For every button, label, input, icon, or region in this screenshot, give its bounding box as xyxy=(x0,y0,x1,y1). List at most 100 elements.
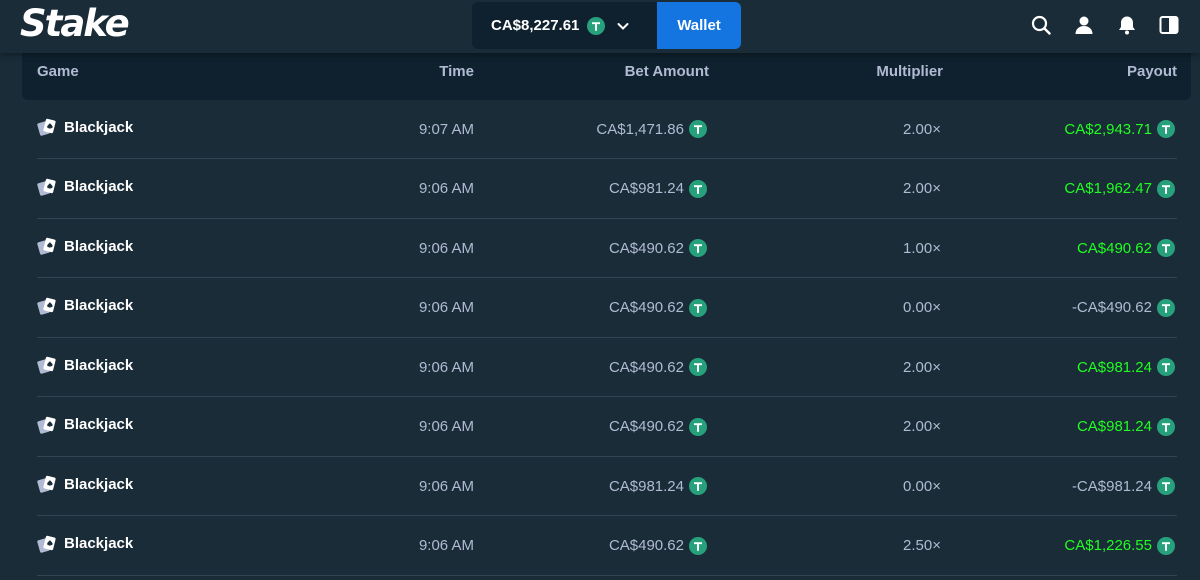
game-cell[interactable]: Blackjack xyxy=(37,354,133,376)
table-row[interactable]: Blackjack 9:06 AM CA$490.62 2.50× CA$1,2… xyxy=(37,517,1177,576)
table-header: Game Time Bet Amount Multiplier Payout xyxy=(22,53,1191,100)
table-row[interactable]: Blackjack 9:06 AM CA$490.62 1.00× CA$490… xyxy=(37,219,1177,278)
table-row[interactable]: Blackjack 9:07 AM CA$1,471.86 2.00× CA$2… xyxy=(37,100,1177,159)
blackjack-cards-icon xyxy=(37,415,57,435)
game-cell[interactable]: Blackjack xyxy=(37,116,133,138)
bet-amount: CA$981.24 xyxy=(608,477,684,495)
bet-amount-cell: CA$490.62 xyxy=(609,356,707,378)
time-cell: 9:06 AM xyxy=(419,237,474,259)
blackjack-cards-icon xyxy=(37,236,57,256)
game-name: Blackjack xyxy=(64,297,134,314)
game-cell[interactable]: Blackjack xyxy=(37,295,133,317)
payout-cell: CA$1,226.55 xyxy=(1064,535,1175,557)
bet-time: 9:06 AM xyxy=(418,477,474,495)
bet-amount: CA$490.62 xyxy=(608,418,684,435)
time-cell: 9:07 AM xyxy=(419,118,474,140)
multiplier-value: 1.00× xyxy=(903,239,941,257)
stake-logo[interactable]: Stake xyxy=(20,2,130,45)
bet-amount: CA$490.62 xyxy=(608,358,684,376)
blackjack-cards-icon xyxy=(37,534,57,554)
payout-cell: CA$2,943.71 xyxy=(1064,118,1175,140)
bet-amount-cell: CA$490.62 xyxy=(609,535,707,557)
game-name: Blackjack xyxy=(64,535,134,552)
tether-coin-icon xyxy=(1157,179,1175,198)
bet-amount: CA$1,471.86 xyxy=(596,120,684,138)
balance-selector[interactable]: CA$8,227.61 xyxy=(472,2,657,49)
table-row[interactable]: Blackjack 9:06 AM CA$490.62 2.00× CA$981… xyxy=(37,338,1177,397)
bet-time: 9:06 AM xyxy=(418,418,474,435)
game-cell[interactable]: Blackjack xyxy=(37,235,133,257)
bell-icon[interactable] xyxy=(1116,14,1138,36)
tether-coin-icon xyxy=(1157,120,1175,138)
column-header-bet-amount[interactable]: Bet Amount xyxy=(625,63,709,80)
tether-coin-icon xyxy=(689,179,707,198)
multiplier-value: 2.00× xyxy=(903,180,941,197)
bet-amount-cell: CA$1,471.86 xyxy=(596,118,707,140)
payout-amount: CA$981.24 xyxy=(1076,358,1152,376)
game-cell[interactable]: Blackjack xyxy=(37,533,133,555)
bet-amount-cell: CA$981.24 xyxy=(609,475,707,497)
wallet-button[interactable]: Wallet xyxy=(657,2,741,49)
user-icon[interactable] xyxy=(1073,14,1095,36)
tether-coin-icon xyxy=(1157,358,1175,376)
sidebar-toggle-icon[interactable] xyxy=(1158,14,1180,36)
tether-coin-icon xyxy=(1157,239,1175,257)
chevron-down-icon xyxy=(616,19,630,33)
tether-coin-icon xyxy=(689,417,707,436)
payout-amount: CA$1,962.47 xyxy=(1064,180,1152,197)
table-row[interactable]: Blackjack 9:06 AM CA$981.24 2.00× CA$1,9… xyxy=(37,160,1177,219)
top-bar: Stake CA$8,227.61 Wallet xyxy=(0,0,1200,53)
bet-time: 9:06 AM xyxy=(418,180,474,197)
payout-amount: -CA$981.24 xyxy=(1071,477,1152,495)
bet-time: 9:06 AM xyxy=(418,299,474,316)
bet-amount: CA$981.24 xyxy=(608,180,684,197)
column-header-game[interactable]: Game xyxy=(37,63,79,80)
time-cell: 9:06 AM xyxy=(419,178,474,200)
multiplier-cell: 0.00× xyxy=(903,475,941,497)
multiplier-value: 0.00× xyxy=(903,299,941,316)
multiplier-cell: 2.00× xyxy=(903,118,941,140)
payout-cell: -CA$490.62 xyxy=(1072,297,1175,319)
payout-amount: CA$2,943.71 xyxy=(1064,120,1152,138)
bet-time: 9:06 AM xyxy=(418,537,474,554)
game-cell[interactable]: Blackjack xyxy=(37,473,133,495)
multiplier-value: 2.00× xyxy=(903,358,941,376)
time-cell: 9:06 AM xyxy=(419,297,474,319)
bet-amount-cell: CA$490.62 xyxy=(609,416,707,438)
game-name: Blackjack xyxy=(64,356,134,374)
column-header-payout[interactable]: Payout xyxy=(1127,63,1177,80)
payout-cell: CA$981.24 xyxy=(1077,416,1175,438)
bet-time: 9:07 AM xyxy=(418,120,474,138)
tether-coin-icon xyxy=(689,298,707,317)
blackjack-cards-icon xyxy=(37,355,57,375)
bet-amount-cell: CA$490.62 xyxy=(609,297,707,319)
multiplier-cell: 2.50× xyxy=(903,535,941,557)
multiplier-value: 2.00× xyxy=(903,418,941,435)
blackjack-cards-icon xyxy=(37,117,57,137)
tether-coin-icon xyxy=(689,477,707,495)
payout-amount: CA$1,226.55 xyxy=(1064,537,1152,554)
blackjack-cards-icon xyxy=(37,296,57,316)
tether-coin-icon xyxy=(1157,417,1175,436)
table-row[interactable]: Blackjack 9:06 AM CA$490.62 2.00× CA$981… xyxy=(37,398,1177,457)
tether-coin-icon xyxy=(689,358,707,376)
bet-time: 9:06 AM xyxy=(418,239,474,257)
bet-amount-cell: CA$981.24 xyxy=(609,178,707,200)
table-row[interactable]: Blackjack 9:06 AM CA$981.24 0.00× -CA$98… xyxy=(37,457,1177,516)
multiplier-cell: 2.00× xyxy=(903,178,941,200)
search-icon[interactable] xyxy=(1030,14,1052,36)
balance-amount: CA$8,227.61 xyxy=(491,17,580,34)
game-cell[interactable]: Blackjack xyxy=(37,414,133,436)
multiplier-cell: 1.00× xyxy=(903,237,941,259)
column-header-multiplier[interactable]: Multiplier xyxy=(876,63,943,80)
bet-amount: CA$490.62 xyxy=(608,537,684,554)
multiplier-value: 2.00× xyxy=(903,120,941,138)
bet-time: 9:06 AM xyxy=(418,358,474,376)
bet-amount: CA$490.62 xyxy=(608,299,684,316)
game-cell[interactable]: Blackjack xyxy=(37,176,133,198)
blackjack-cards-icon xyxy=(37,177,57,197)
time-cell: 9:06 AM xyxy=(419,416,474,438)
multiplier-cell: 2.00× xyxy=(903,356,941,378)
column-header-time[interactable]: Time xyxy=(439,63,474,80)
table-row[interactable]: Blackjack 9:06 AM CA$490.62 0.00× -CA$49… xyxy=(37,279,1177,338)
